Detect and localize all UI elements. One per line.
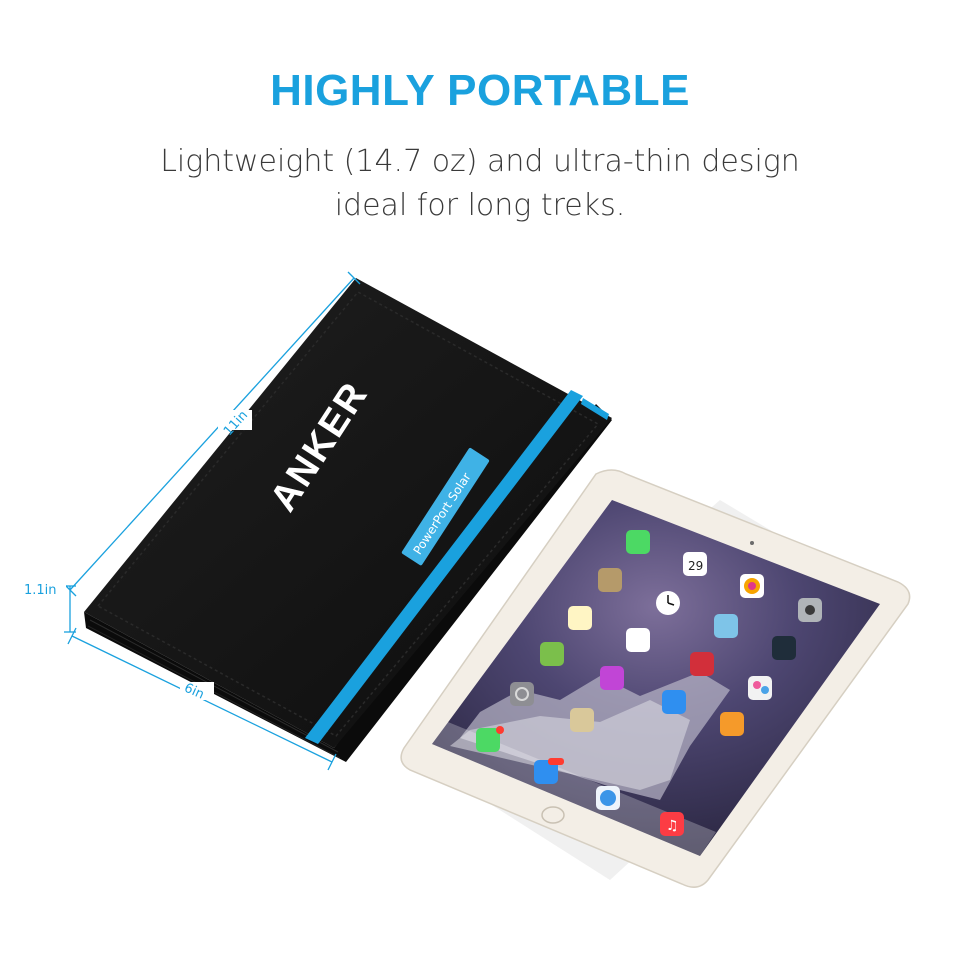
reminders-app-icon[interactable] xyxy=(626,628,650,652)
notes-app-icon[interactable] xyxy=(568,606,592,630)
extras-folder-icon[interactable] xyxy=(570,708,594,732)
messages-badge xyxy=(496,726,504,734)
ibooks-app-icon[interactable] xyxy=(720,712,744,736)
mail-badge xyxy=(548,758,564,765)
contacts-app-icon[interactable] xyxy=(598,568,622,592)
front-camera xyxy=(750,541,754,545)
calendar-day: 29 xyxy=(688,559,703,573)
dimension-thickness: 1.1in xyxy=(24,583,57,598)
app-store-app-icon[interactable] xyxy=(662,690,686,714)
maps-app-icon[interactable] xyxy=(714,614,738,638)
product-scene: ANKER PowerPort Solar 11in 1.1in 6in 29 … xyxy=(22,271,911,888)
music-note-icon: ♫ xyxy=(666,818,679,834)
photo-booth-app-icon[interactable] xyxy=(690,652,714,676)
newsstand-app-icon[interactable] xyxy=(540,642,564,666)
videos-app-icon[interactable] xyxy=(772,636,796,660)
facetime-app-icon[interactable] xyxy=(626,530,650,554)
itunes-store-app-icon[interactable] xyxy=(600,666,624,690)
settings-app-icon[interactable] xyxy=(510,682,534,706)
